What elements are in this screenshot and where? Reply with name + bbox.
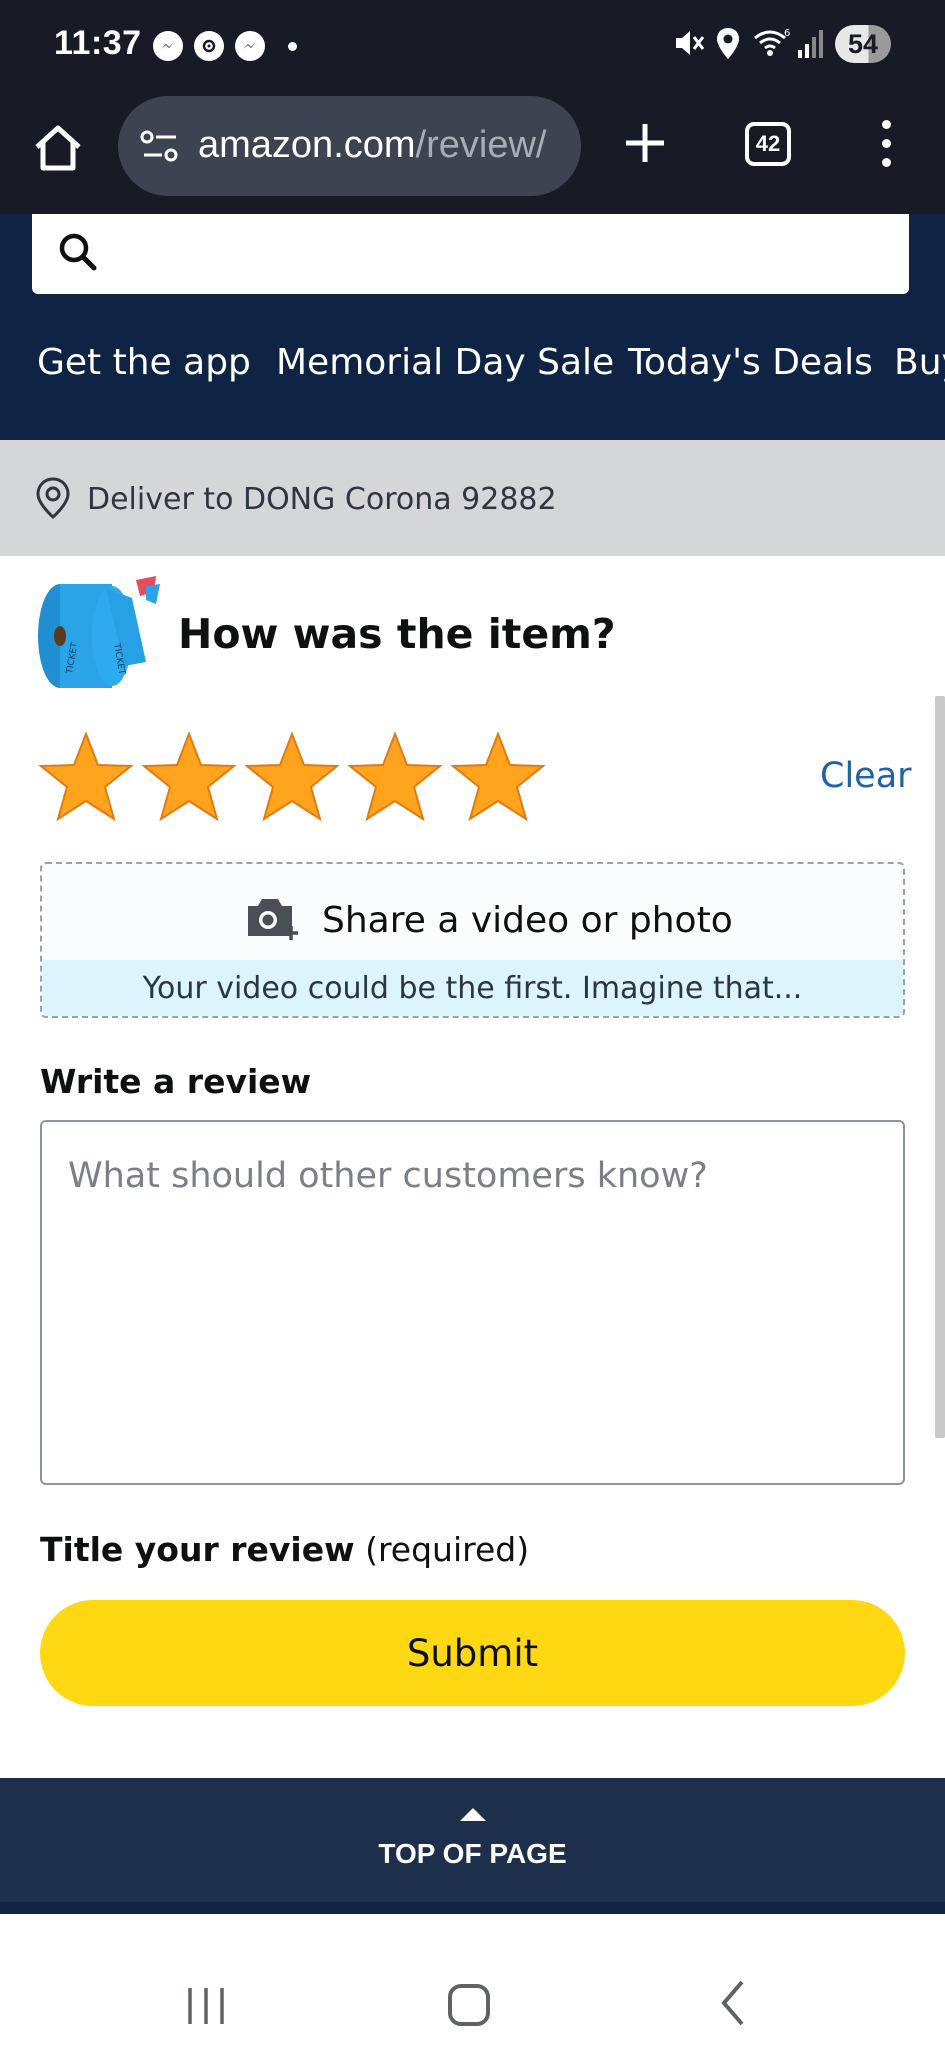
- notification-dot: [288, 42, 297, 51]
- upload-button[interactable]: Share a video or photo: [42, 864, 903, 960]
- nav-link-get-app[interactable]: Get the app: [37, 342, 251, 383]
- system-nav-bar: [0, 1926, 945, 2048]
- tab-switcher-button[interactable]: 42: [745, 122, 791, 166]
- home-nav-icon[interactable]: [448, 1984, 490, 2026]
- star-4-icon[interactable]: [347, 730, 443, 822]
- nav-link-memorial-day-sale[interactable]: Memorial Day Sale: [276, 342, 614, 383]
- nav-links: Get the app Memorial Day Sale Today's De…: [0, 342, 945, 402]
- recents-icon[interactable]: [186, 1986, 226, 2026]
- upload-hint: Your video could be the first. Imagine t…: [42, 960, 903, 1016]
- title-review-heading: Title your review (required): [40, 1530, 530, 1569]
- back-icon[interactable]: [718, 1978, 748, 2028]
- media-upload-area[interactable]: Share a video or photo Your video could …: [40, 862, 905, 1018]
- threads-icon: [194, 31, 224, 61]
- messenger-icon: [235, 31, 265, 61]
- new-tab-icon[interactable]: [622, 120, 668, 166]
- status-time: 11:37: [54, 24, 142, 62]
- star-2-icon[interactable]: [141, 730, 237, 822]
- scrollbar[interactable]: [935, 696, 945, 1438]
- location-pin-icon: [36, 477, 70, 519]
- submit-button[interactable]: Submit: [40, 1600, 905, 1706]
- review-question: How was the item?: [178, 610, 616, 658]
- messenger-icon: [153, 31, 183, 61]
- upload-label: Share a video or photo: [322, 900, 733, 941]
- svg-text:6: 6: [784, 28, 790, 39]
- amazon-header: Get the app Memorial Day Sale Today's De…: [0, 214, 945, 440]
- browser-menu-icon[interactable]: [872, 120, 900, 168]
- browser-toolbar: amazon.com/review/ 42: [0, 88, 945, 214]
- nav-link-todays-deals[interactable]: Today's Deals: [628, 342, 873, 383]
- star-3-icon[interactable]: [244, 730, 340, 822]
- wifi-icon: 6: [754, 28, 790, 56]
- search-input[interactable]: [32, 214, 909, 294]
- deliver-to-bar[interactable]: Deliver to DONG Corona 92882: [0, 440, 945, 556]
- top-of-page-label: TOP OF PAGE: [378, 1838, 567, 1869]
- site-settings-icon[interactable]: [140, 130, 180, 164]
- camera-add-icon: [248, 899, 298, 940]
- write-review-heading: Write a review: [40, 1062, 312, 1101]
- signal-icon: [798, 30, 823, 58]
- nav-link-buy[interactable]: Buy: [894, 342, 945, 383]
- clear-rating-link[interactable]: Clear: [820, 756, 912, 796]
- deliver-to-text: Deliver to DONG Corona 92882: [87, 482, 557, 517]
- product-image: TICKET TICKET: [38, 576, 160, 688]
- search-icon: [59, 233, 97, 271]
- caret-up-icon: [460, 1808, 486, 1821]
- top-of-page-button[interactable]: TOP OF PAGE: [0, 1778, 945, 1914]
- home-icon[interactable]: [32, 122, 84, 174]
- status-bar: 11:37 6 54: [0, 0, 945, 88]
- mute-icon: [676, 31, 705, 55]
- location-icon: [717, 28, 739, 59]
- star-1-icon[interactable]: [38, 730, 134, 822]
- review-textarea[interactable]: [40, 1120, 905, 1485]
- star-5-icon[interactable]: [450, 730, 546, 822]
- battery-indicator: 54: [835, 25, 891, 63]
- address-bar[interactable]: amazon.com/review/: [118, 96, 581, 196]
- url-text: amazon.com/review/: [198, 124, 547, 166]
